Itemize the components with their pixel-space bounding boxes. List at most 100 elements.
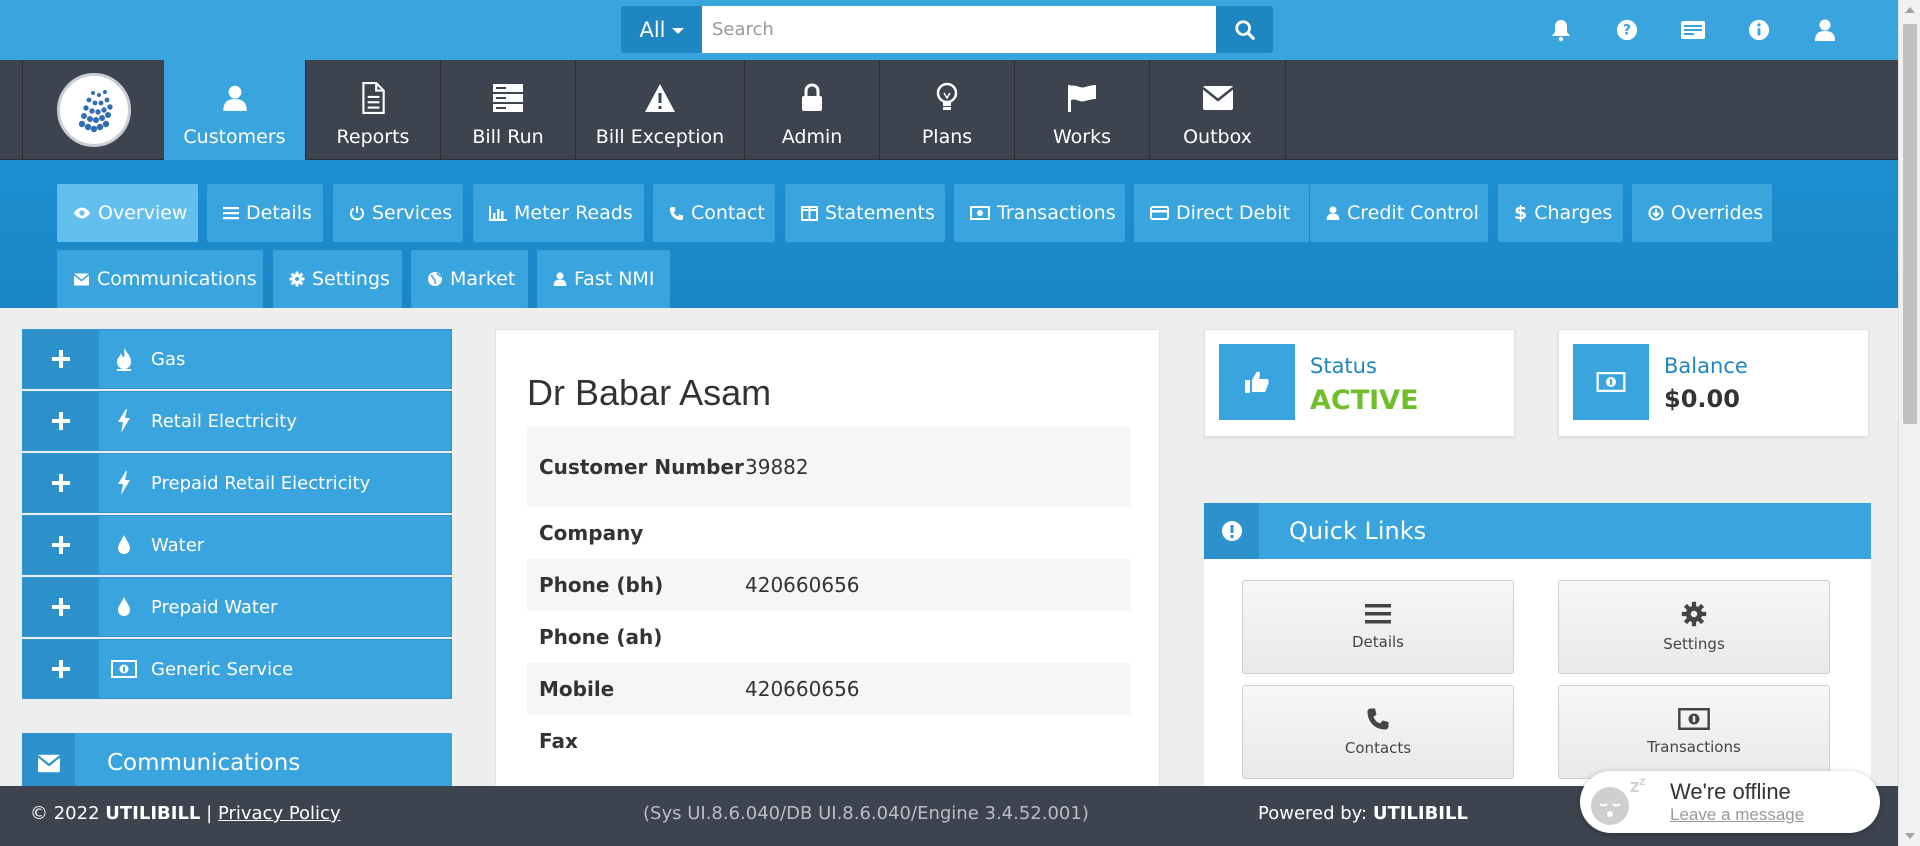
lock-icon [802,83,822,111]
status-label: Status [1310,354,1377,378]
bolt-icon [118,409,130,433]
plus-icon [52,660,70,678]
info-button[interactable] [1726,14,1792,46]
expand-button[interactable] [23,578,99,636]
info-key: Customer Number [539,455,744,479]
tab-fast-nmi[interactable]: Fast NMI [537,250,670,308]
quick-links-title: Quick Links [1289,517,1427,545]
user-icon [1326,206,1340,220]
nav-works[interactable]: Works [1015,60,1150,160]
nav-bill-run[interactable]: Bill Run [441,60,576,160]
quick-link-label: Transactions [1647,738,1741,756]
quick-link-contacts[interactable]: Contacts [1242,685,1514,779]
quick-link-label: Contacts [1344,739,1412,757]
quick-link-label: Details [1351,633,1404,651]
scroll-down-arrow-icon[interactable] [1905,833,1915,839]
info-row: Phone (bh) 420660656 [527,559,1131,611]
help-button[interactable]: ? [1594,14,1660,46]
info-row: Company [527,507,1131,559]
search-input[interactable] [702,6,1216,53]
quick-link-details[interactable]: Details [1242,580,1514,674]
info-value: 39882 [745,455,809,479]
billing-button[interactable] [1660,14,1726,46]
balance-card: Balance $0.00 [1558,329,1869,437]
tab-label: Charges [1534,202,1613,224]
communications-panel-header[interactable]: Communications [22,733,452,793]
info-key: Fax [539,729,578,753]
expand-button[interactable] [23,516,99,574]
expand-button[interactable] [23,640,99,698]
quick-link-label: Settings [1663,635,1725,653]
footer-brand: UTILIBILL [105,803,201,824]
tab-transactions[interactable]: Transactions [954,184,1125,242]
envelope-icon [73,273,90,285]
nav-customers[interactable]: Customers [164,60,306,160]
plus-icon [52,412,70,430]
info-icon [1748,19,1770,41]
tab-services[interactable]: Services [333,184,463,242]
nav-label: Customers [183,126,286,148]
tab-details[interactable]: Details [207,184,323,242]
page-scrollbar[interactable] [1898,0,1920,846]
search-button[interactable] [1216,6,1273,53]
quick-link-transactions[interactable]: Transactions [1558,685,1830,779]
expand-button[interactable] [23,330,99,388]
tab-label: Details [246,202,312,224]
tab-credit-control[interactable]: Credit Control [1310,184,1488,242]
nav-plans[interactable]: Plans [880,60,1015,160]
nav-reports[interactable]: Reports [306,60,441,160]
service-retail-electricity[interactable]: Retail Electricity [22,391,452,451]
envelope-icon [1201,86,1234,110]
tab-overview[interactable]: Overview [57,184,198,242]
nav-admin[interactable]: Admin [745,60,880,160]
leave-message-link[interactable]: Leave a message [1670,805,1804,825]
notifications-button[interactable] [1528,14,1594,46]
tab-market[interactable]: Market [411,250,528,308]
privacy-policy-link[interactable]: Privacy Policy [218,803,341,824]
tab-label: Market [450,268,516,290]
tab-charges[interactable]: $ Charges [1498,184,1623,242]
tab-meter-reads[interactable]: Meter Reads [473,184,644,242]
scroll-up-arrow-icon[interactable] [1905,7,1915,13]
service-prepaid-retail-electricity[interactable]: Prepaid Retail Electricity [22,453,452,513]
footer-copyright: © 2022 UTILIBILL | Privacy Policy [30,803,341,824]
tab-communications[interactable]: Communications [57,250,263,308]
tab-label: Overview [98,202,188,224]
utilibill-logo-icon [56,73,131,147]
service-water[interactable]: Water [22,515,452,575]
thumbs-up-icon [1245,371,1269,393]
service-generic-service[interactable]: Generic Service [22,639,452,699]
customer-name: Dr Babar Asam [527,372,772,413]
chat-widget[interactable]: ZZ We're offline Leave a message [1580,771,1880,833]
service-prepaid-water[interactable]: Prepaid Water [22,577,452,637]
nav-label: Plans [921,126,973,148]
expand-button[interactable] [23,454,99,512]
svg-text:?: ? [1623,23,1631,39]
info-row: Phone (ah) [527,611,1131,663]
tab-direct-debit[interactable]: Direct Debit [1134,184,1309,242]
money-icon [970,206,990,220]
tab-contact[interactable]: Contact [653,184,775,242]
nav-label: Works [1052,126,1111,148]
drop-icon [118,597,130,616]
quick-links-header: Quick Links [1204,503,1871,559]
tab-overrides[interactable]: Overrides [1632,184,1772,242]
scrollbar-thumb[interactable] [1903,24,1917,424]
quick-link-settings[interactable]: Settings [1558,580,1830,674]
nav-bill-exception[interactable]: Bill Exception [576,60,745,160]
customer-card: Dr Babar Asam Customer Number 39882 Comp… [495,329,1160,799]
logo[interactable] [22,60,164,160]
tab-label: Credit Control [1347,202,1479,224]
tab-statements[interactable]: Statements [785,184,945,242]
tab-settings[interactable]: Settings [273,250,402,308]
phone-icon [669,206,684,220]
service-label: Generic Service [151,658,294,680]
money-icon [1596,372,1626,392]
service-gas[interactable]: Gas [22,329,452,389]
dollar-icon: $ [1514,202,1528,224]
nav-outbox[interactable]: Outbox [1150,60,1286,160]
user-menu-button[interactable] [1792,14,1858,46]
search-scope-dropdown[interactable]: All [621,6,702,53]
expand-button[interactable] [23,392,99,450]
plus-icon [52,536,70,554]
